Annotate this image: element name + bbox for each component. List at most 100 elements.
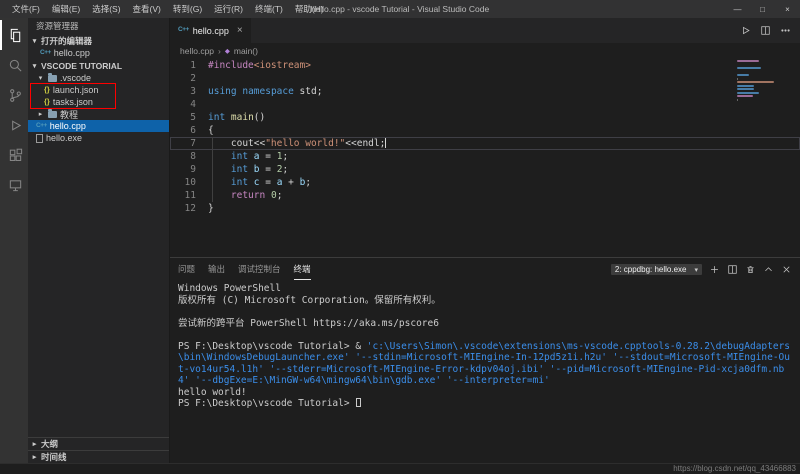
kill-terminal-icon [745,264,756,275]
tree-item[interactable]: 教程 [28,108,169,120]
minimize-button[interactable]: — [725,0,750,18]
code-line-8[interactable]: 8 int a = 1; [170,150,800,163]
code-line-2[interactable]: 2 [170,72,800,85]
code-line-7[interactable]: 7 cout<<"hello world!"<<endl; [170,137,800,150]
code-line-3[interactable]: 3using namespace std; [170,85,800,98]
line-number[interactable]: 9 [170,163,200,176]
open-editors-header[interactable]: 打开的编辑器 [28,34,169,47]
activity-bar-item-explorer[interactable] [0,20,28,50]
code-token: using [208,86,237,97]
menu-item-1[interactable]: 编辑(E) [46,0,86,18]
code-token: ; [277,190,283,201]
terminal-text-segment: Windows PowerShell [178,283,281,294]
terminal-selector-dropdown[interactable]: 2: cppdbg: hello.exe [611,264,702,275]
code-line-11[interactable]: 11 return 0; [170,189,800,202]
minimap[interactable] [737,60,791,102]
json-file-icon [44,98,50,106]
line-number[interactable]: 8 [170,150,200,163]
activity-bar-item-search[interactable] [0,50,28,80]
split-terminal-button[interactable] [727,264,738,275]
minimap-line [737,88,754,90]
close-panel-button[interactable] [781,264,792,275]
line-number[interactable]: 10 [170,176,200,189]
code-token: <iostream> [254,60,311,71]
activity-bar-item-run-debug[interactable] [0,110,28,140]
line-number[interactable]: 6 [170,124,200,137]
code-token: ; [305,177,311,188]
code-line-10[interactable]: 10 int c = a + b; [170,176,800,189]
terminal-text-segment: 版权所有 (C) Microsoft Corporation。保留所有权利。 [178,295,441,306]
window-controls: —□× [725,0,800,18]
sidebar-title: 资源管理器 [28,18,169,34]
outline-section-header[interactable]: 大纲 [28,437,169,450]
source-control-icon [8,88,23,103]
menu-item-3[interactable]: 查看(V) [127,0,167,18]
code-editor[interactable]: 1#include<iostream>23using namespace std… [170,58,800,257]
minimap-line [737,81,774,83]
timeline-section-header[interactable]: 时间线 [28,450,169,463]
code-text [200,98,208,111]
open-editors-list: hello.cpp [28,47,169,59]
open-editor-item[interactable]: hello.cpp [28,47,169,59]
panel-tab-1[interactable]: 输出 [208,258,225,280]
terminal-line: PS F:\Desktop\vscode Tutorial> [178,398,792,410]
panel-tab-0[interactable]: 问题 [178,258,195,280]
line-number[interactable]: 5 [170,111,200,124]
maximize-panel-button[interactable] [763,264,774,275]
menu-item-0[interactable]: 文件(F) [6,0,46,18]
kill-terminal-button[interactable] [745,264,756,275]
panel-tabs: 问题输出调试控制台终端 [178,258,311,280]
menu-item-2[interactable]: 选择(S) [86,0,126,18]
terminal-line: 版权所有 (C) Microsoft Corporation。保留所有权利。 [178,295,792,307]
tab-close-icon[interactable] [237,25,243,36]
code-line-9[interactable]: 9 int b = 2; [170,163,800,176]
menu-item-4[interactable]: 转到(G) [167,0,208,18]
close-button[interactable]: × [775,0,800,18]
activity-bar-item-extensions[interactable] [0,140,28,170]
breadcrumb-file[interactable]: hello.cpp [180,46,214,56]
split-editor-button[interactable] [760,25,771,36]
line-number[interactable]: 1 [170,59,200,72]
line-number[interactable]: 7 [170,137,200,150]
tree-item[interactable]: .vscode [28,72,169,84]
extensions-icon [8,148,23,163]
tree-item[interactable]: launch.json [28,84,169,96]
code-line-4[interactable]: 4 [170,98,800,111]
panel-tab-3[interactable]: 终端 [294,258,311,280]
menu-item-5[interactable]: 运行(R) [208,0,249,18]
line-number[interactable]: 11 [170,189,200,202]
line-number[interactable]: 12 [170,202,200,215]
editor-tab-hello-cpp[interactable]: hello.cpp [170,18,251,43]
code-line-5[interactable]: 5int main() [170,111,800,124]
tab-label: hello.cpp [193,26,229,36]
line-number[interactable]: 2 [170,72,200,85]
file-label: tasks.json [53,97,93,107]
more-actions-button[interactable] [780,25,791,36]
code-line-6[interactable]: 6{ [170,124,800,137]
tree-item[interactable]: hello.exe [28,132,169,144]
code-token: = [260,164,277,175]
new-terminal-button[interactable] [709,264,720,275]
activity-bar-item-source-control[interactable] [0,80,28,110]
file-label: hello.cpp [54,48,90,58]
activity-bar-item-remote-explorer[interactable] [0,170,28,200]
terminal-line: 尝试新的跨平台 PowerShell https://aka.ms/pscore… [178,318,792,330]
terminal-output[interactable]: Windows PowerShell版权所有 (C) Microsoft Cor… [170,280,800,463]
tree-item[interactable]: tasks.json [28,96,169,108]
watermark-text: https://blog.csdn.net/qq_43466883 [673,464,800,474]
line-number[interactable]: 3 [170,85,200,98]
maximize-button[interactable]: □ [750,0,775,18]
workspace-header[interactable]: VSCODE TUTORIAL [28,59,169,72]
run-button[interactable] [740,25,751,36]
menu-item-6[interactable]: 终端(T) [249,0,289,18]
code-token: std; [294,86,323,97]
tree-item[interactable]: hello.cpp [28,120,169,132]
open-editors-label: 打开的编辑器 [41,35,92,47]
line-number[interactable]: 4 [170,98,200,111]
panel-tab-2[interactable]: 调试控制台 [238,258,281,280]
breadcrumb-symbol[interactable]: main() [234,46,258,56]
code-line-12[interactable]: 12} [170,202,800,215]
code-line-1[interactable]: 1#include<iostream> [170,59,800,72]
code-token: + [282,177,299,188]
terminal-line [178,306,792,318]
